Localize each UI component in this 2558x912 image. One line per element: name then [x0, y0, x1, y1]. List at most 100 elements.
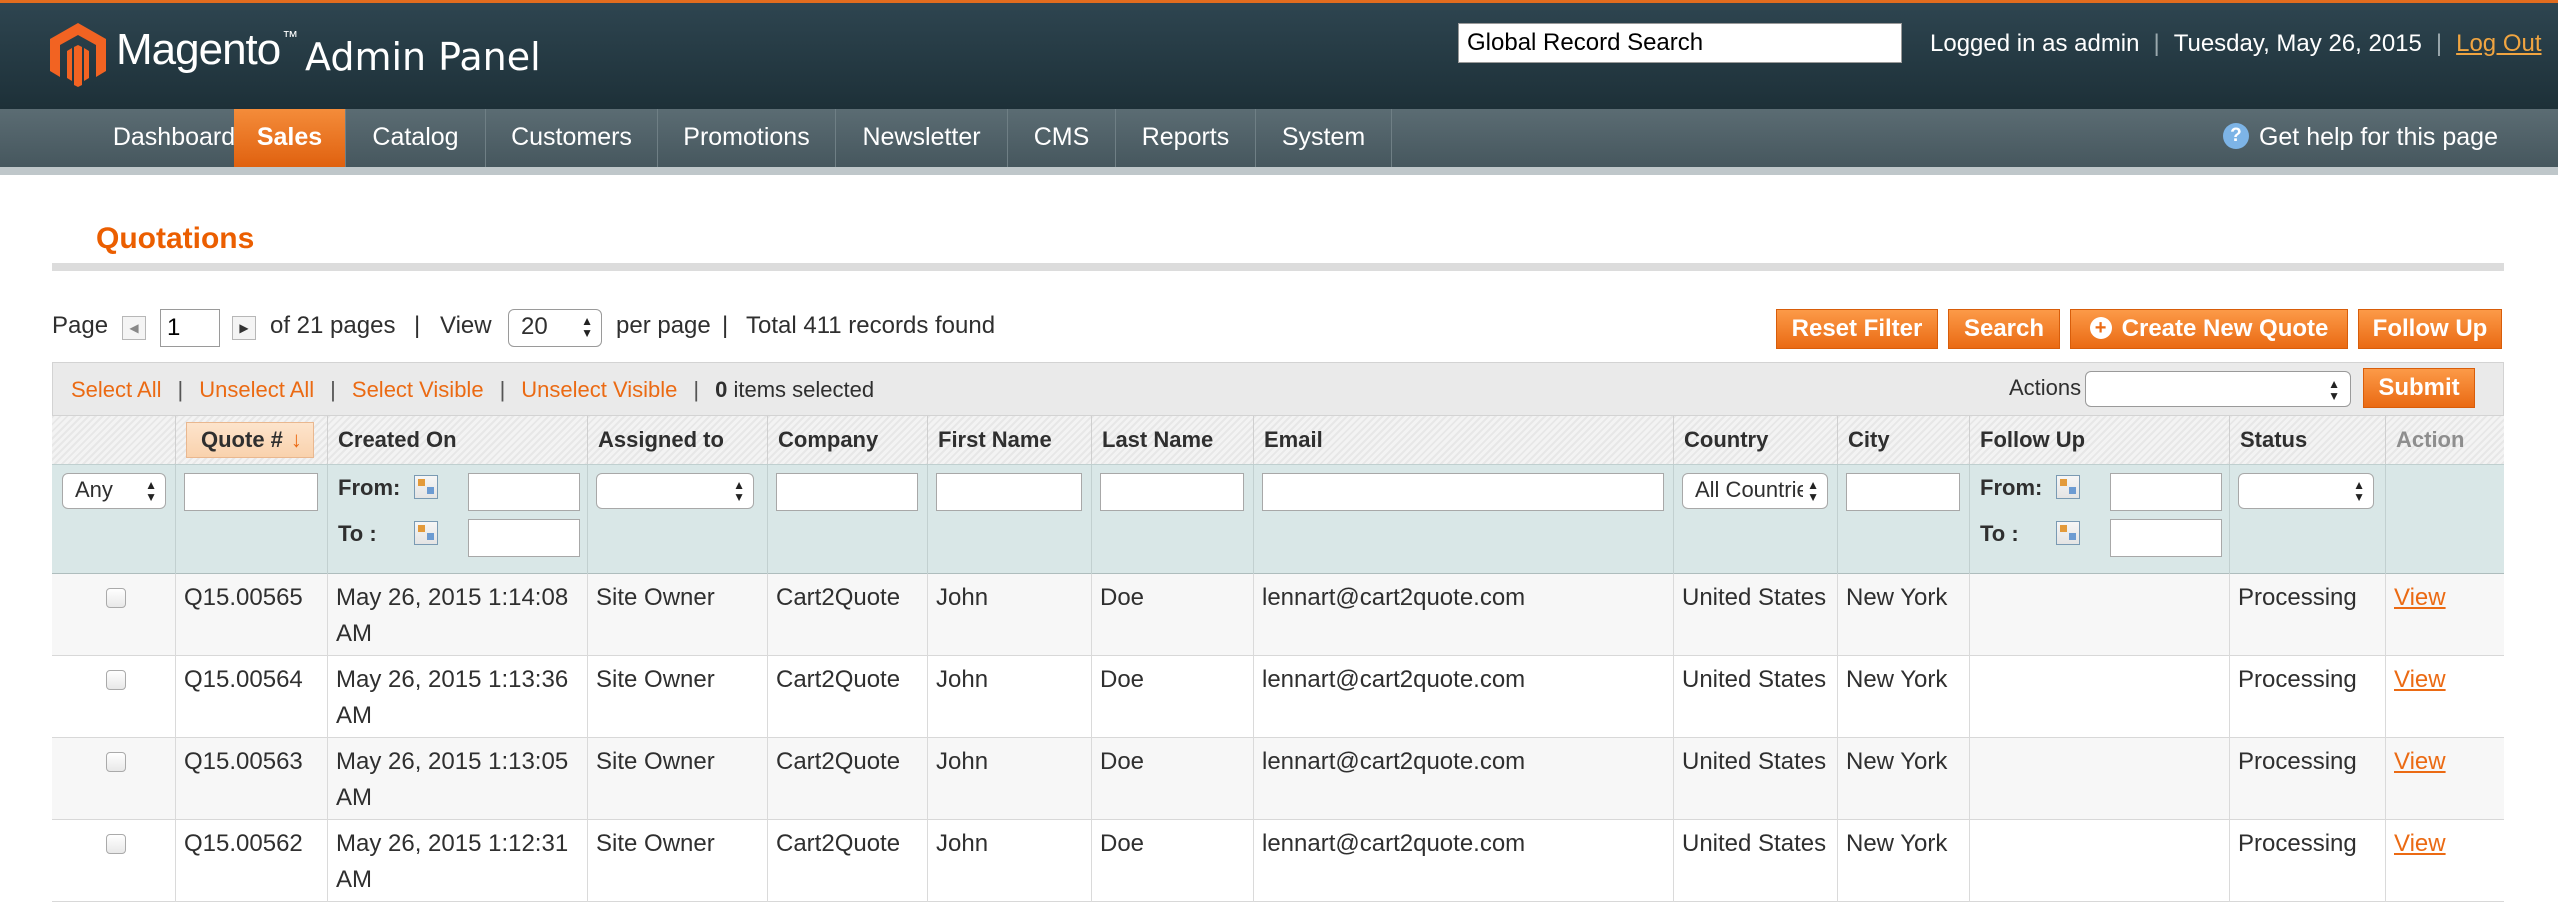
next-page-icon[interactable]: ▶ [232, 316, 256, 340]
cell-status: Processing [2230, 656, 2386, 738]
pager-separator-2: | [722, 312, 729, 339]
view-link[interactable]: View [2394, 584, 2446, 611]
cell-follow-up [1970, 656, 2230, 738]
col-header-created[interactable]: Created On [328, 416, 588, 464]
calendar-icon[interactable] [414, 521, 438, 545]
filter-quote-input[interactable] [184, 473, 318, 511]
magento-logo-icon[interactable] [50, 23, 106, 87]
title-divider [52, 263, 2504, 271]
help-link[interactable]: ? Get help for this page [2222, 109, 2498, 167]
nav-cms[interactable]: CMS [1008, 109, 1116, 167]
follow-up-to-input[interactable] [2110, 519, 2222, 557]
nav-sales[interactable]: Sales [234, 109, 346, 167]
cell-city: New York [1838, 656, 1970, 738]
logged-in-text: Logged in as admin [1930, 30, 2140, 57]
view-link[interactable]: View [2394, 666, 2446, 693]
logo-text: Magento ™ [116, 25, 298, 74]
filter-status-select[interactable]: ▲ ▼ [2238, 473, 2374, 509]
table-row: Q15.00563 May 26, 2015 1:13:05 AM Site Ow… [52, 738, 2504, 820]
per-page-label: per page [616, 312, 711, 339]
global-search-input[interactable] [1458, 23, 1902, 63]
col-header-status[interactable]: Status [2230, 416, 2386, 464]
cell-follow-up [1970, 738, 2230, 820]
row-select-cell [52, 738, 176, 820]
row-select-cell [52, 574, 176, 656]
follow-up-button[interactable]: Follow Up [2358, 309, 2502, 349]
filter-email-input[interactable] [1262, 473, 1664, 511]
page-label: Page [52, 312, 109, 339]
select-arrows-icon: ▲ ▼ [2353, 478, 2365, 504]
cell-email: lennart@cart2quote.com [1254, 820, 1674, 902]
nav-promotions[interactable]: Promotions [658, 109, 836, 167]
filter-city-input[interactable] [1846, 473, 1960, 511]
search-button[interactable]: Search [1948, 309, 2060, 349]
reset-filter-button[interactable]: Reset Filter [1776, 309, 1938, 349]
create-new-quote-button[interactable]: + Create New Quote [2070, 309, 2348, 349]
nav-newsletter[interactable]: Newsletter [836, 109, 1008, 167]
prev-page-icon[interactable]: ◀ [122, 316, 146, 340]
select-visible-link[interactable]: Select Visible [352, 377, 484, 402]
header-date: Tuesday, May 26, 2015 [2173, 30, 2422, 57]
nav-system[interactable]: System [1256, 109, 1392, 167]
cell-action: View [2386, 656, 2504, 738]
cell-last-name: Doe [1092, 574, 1254, 656]
cell-first-name: John [928, 738, 1092, 820]
sorted-header[interactable]: Quote # ↓ [186, 422, 314, 458]
submit-button[interactable]: Submit [2363, 368, 2475, 408]
unselect-visible-link[interactable]: Unselect Visible [521, 377, 677, 402]
col-header-last-name[interactable]: Last Name [1092, 416, 1254, 464]
cell-city: New York [1838, 820, 1970, 902]
sort-desc-icon: ↓ [290, 427, 302, 452]
created-to-input[interactable] [468, 519, 580, 557]
page-number-input[interactable] [160, 309, 220, 347]
per-page-select[interactable]: 20 ▲ ▼ [508, 309, 602, 347]
cell-status: Processing [2230, 574, 2386, 656]
nav-catalog[interactable]: Catalog [346, 109, 486, 167]
col-header-country[interactable]: Country [1674, 416, 1838, 464]
actions-select[interactable]: ▲ ▼ [2085, 371, 2351, 407]
cell-email: lennart@cart2quote.com [1254, 574, 1674, 656]
of-pages-text: of 21 pages [270, 312, 396, 339]
col-header-quote[interactable]: Quote # ↓ [176, 416, 328, 464]
to-label: To : [1980, 521, 2019, 546]
nav-reports[interactable]: Reports [1116, 109, 1256, 167]
cell-city: New York [1838, 574, 1970, 656]
pager-separator: | [414, 312, 421, 339]
calendar-icon[interactable] [414, 475, 438, 499]
filter-country-select[interactable]: All Countries ▲ ▼ [1682, 473, 1828, 509]
follow-up-from-input[interactable] [2110, 473, 2222, 511]
filter-last-name-input[interactable] [1100, 473, 1244, 511]
view-link[interactable]: View [2394, 830, 2446, 857]
col-header-assigned[interactable]: Assigned to [588, 416, 768, 464]
view-link[interactable]: View [2394, 748, 2446, 775]
select-all-link[interactable]: Select All [71, 377, 162, 402]
filter-company-input[interactable] [776, 473, 918, 511]
cell-company: Cart2Quote [768, 656, 928, 738]
help-icon: ? [2222, 123, 2249, 150]
filter-cell-city [1838, 465, 1970, 575]
cell-assigned: Site Owner [588, 656, 768, 738]
filter-first-name-input[interactable] [936, 473, 1082, 511]
row-checkbox[interactable] [106, 834, 126, 854]
col-header-follow-up[interactable]: Follow Up [1970, 416, 2230, 464]
row-checkbox[interactable] [106, 670, 126, 690]
created-from-input[interactable] [468, 473, 580, 511]
col-header-email[interactable]: Email [1254, 416, 1674, 464]
row-checkbox[interactable] [106, 588, 126, 608]
nav-customers[interactable]: Customers [486, 109, 658, 167]
calendar-icon[interactable] [2056, 475, 2080, 499]
filter-cell-quote [176, 465, 328, 575]
user-info: Logged in as admin | Tuesday, May 26, 2015… [1930, 30, 2542, 57]
col-header-first-name[interactable]: First Name [928, 416, 1092, 464]
col-header-company[interactable]: Company [768, 416, 928, 464]
col-header-city[interactable]: City [1838, 416, 1970, 464]
total-records-text: Total 411 records found [746, 312, 996, 339]
cell-first-name: John [928, 656, 1092, 738]
unselect-all-link[interactable]: Unselect All [199, 377, 314, 402]
calendar-icon[interactable] [2056, 521, 2080, 545]
filter-assigned-select[interactable]: ▲ ▼ [596, 473, 754, 509]
filter-any-select[interactable]: Any ▲ ▼ [62, 473, 166, 509]
logout-link[interactable]: Log Out [2456, 30, 2541, 57]
row-checkbox[interactable] [106, 752, 126, 772]
from-label: From: [1980, 475, 2043, 500]
